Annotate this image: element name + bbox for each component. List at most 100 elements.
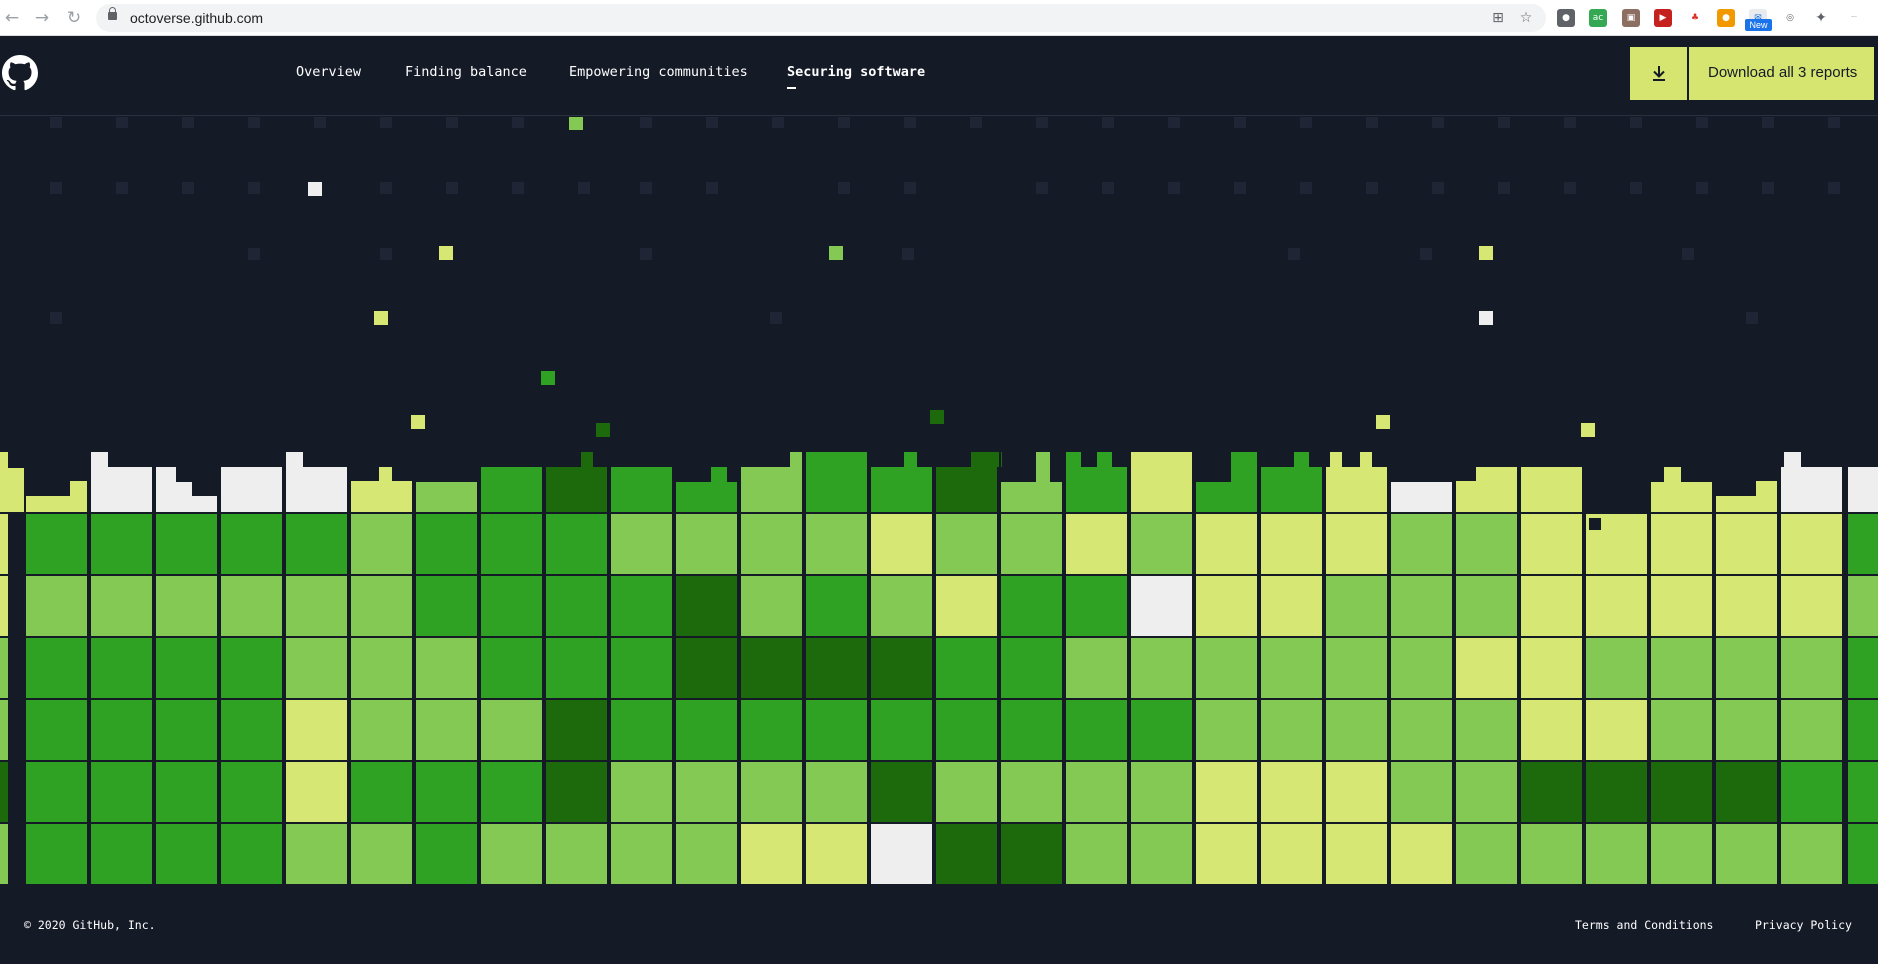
- grid-cell: [416, 700, 477, 760]
- extension-icon[interactable]: ♣: [1686, 9, 1704, 27]
- grid-cell: [1521, 700, 1582, 760]
- terms-link[interactable]: Terms and Conditions: [1575, 918, 1713, 932]
- grid-cell: [0, 700, 8, 760]
- background-dot: [1168, 117, 1180, 128]
- grid-cell: [936, 576, 997, 636]
- nav-securing-software[interactable]: Securing software: [787, 64, 925, 80]
- nav-overview[interactable]: Overview: [296, 64, 361, 80]
- download-button-label: Download all 3 reports: [1708, 64, 1858, 81]
- background-dot: [1696, 182, 1708, 194]
- skyline-block: [741, 467, 802, 512]
- grid-line: [1519, 450, 1521, 885]
- grid-cell: [871, 700, 932, 760]
- bookmark-star-icon[interactable]: ☆: [1518, 10, 1534, 26]
- grid-cell: [26, 576, 87, 636]
- copyright-text: © 2020 GitHub, Inc.: [24, 918, 156, 932]
- grid-cell: [676, 514, 737, 574]
- grid-cell: [936, 824, 997, 884]
- camera-icon[interactable]: ◎: [1781, 9, 1799, 27]
- background-dot: [706, 182, 718, 194]
- grid-line: [1649, 450, 1651, 885]
- download-icon: [1653, 66, 1665, 81]
- translate-icon[interactable]: ⊞: [1490, 10, 1506, 26]
- grid-cell: [1521, 638, 1582, 698]
- background-dot: [248, 182, 260, 194]
- grid-cell: [1066, 700, 1127, 760]
- extension-icon[interactable]: ▣: [1622, 9, 1640, 27]
- github-logo-icon[interactable]: [2, 54, 38, 92]
- download-reports-button[interactable]: Download all 3 reports: [1630, 47, 1874, 100]
- grid-cell: [1196, 514, 1257, 574]
- grid-cell: [1716, 638, 1777, 698]
- background-dot: [1682, 248, 1694, 260]
- reload-icon[interactable]: ↻: [64, 8, 84, 28]
- grid-line: [1714, 450, 1716, 885]
- background-dot: [248, 248, 260, 260]
- grid-cell: [1261, 762, 1322, 822]
- grid-cell: [1781, 700, 1842, 760]
- skyline-block: [1097, 452, 1112, 467]
- grid-line: [0, 822, 1878, 824]
- download-icon-cell[interactable]: [1630, 47, 1689, 100]
- background-dot: [578, 182, 590, 194]
- extension-icon[interactable]: ●: [1717, 9, 1735, 27]
- background-dot: [248, 117, 260, 128]
- skyline-block: [1756, 481, 1777, 496]
- skyline-block: [379, 467, 392, 483]
- grid-cell: [1326, 762, 1387, 822]
- grid-cell: [1131, 824, 1192, 884]
- skyline-block: [936, 467, 997, 512]
- skyline-block: [711, 467, 727, 482]
- grid-line: [0, 698, 1878, 700]
- grid-cell: [1781, 762, 1842, 822]
- privacy-link[interactable]: Privacy Policy: [1755, 918, 1852, 932]
- grid-cell: [1391, 824, 1452, 884]
- grid-cell: [1196, 824, 1257, 884]
- grid-cell: [0, 576, 8, 636]
- grid-cell: [1066, 638, 1127, 698]
- grid-cell: [806, 514, 867, 574]
- puzzle-icon[interactable]: ✦: [1812, 9, 1830, 27]
- profile-icon[interactable]: ···: [1845, 9, 1863, 27]
- grid-cell: [1326, 638, 1387, 698]
- background-dot: [1036, 182, 1048, 194]
- grid-cell: [0, 514, 8, 574]
- background-dot: [1630, 182, 1642, 194]
- grid-line: [154, 450, 156, 885]
- grid-cell: [1391, 576, 1452, 636]
- background-dot: [640, 117, 652, 128]
- nav-empowering-communities[interactable]: Empowering communities: [569, 64, 748, 80]
- back-icon[interactable]: ←: [2, 8, 22, 28]
- background-dot: [1762, 182, 1774, 194]
- forward-icon[interactable]: →: [32, 8, 52, 28]
- grid-cell: [1326, 514, 1387, 574]
- grid-cell: [1848, 576, 1878, 636]
- grid-line: [674, 450, 676, 885]
- skyline-block: [1651, 482, 1712, 512]
- grid-cell: [1261, 576, 1322, 636]
- nav-finding-balance[interactable]: Finding balance: [405, 64, 527, 80]
- background-dot: [970, 117, 982, 128]
- grid-cell: [1521, 514, 1582, 574]
- grid-cell: [1521, 576, 1582, 636]
- grid-cell: [1848, 638, 1878, 698]
- skyline-block: [1330, 452, 1342, 467]
- grid-line: [1259, 450, 1261, 885]
- grid-cell: [1848, 762, 1878, 822]
- background-dot: [380, 182, 392, 194]
- address-bar[interactable]: octoverse.github.com ⊞ ☆: [96, 4, 1546, 32]
- skyline-block: [611, 467, 672, 512]
- lock-icon: [108, 7, 117, 20]
- extension-icon[interactable]: ac: [1589, 9, 1607, 27]
- skyline-block: [8, 468, 24, 512]
- extension-icon[interactable]: ●: [1557, 9, 1575, 27]
- extension-icon[interactable]: ▶: [1654, 9, 1672, 27]
- grid-cell: [1066, 514, 1127, 574]
- grid-cell: [611, 576, 672, 636]
- grid-cell: [611, 638, 672, 698]
- scattered-dot: [374, 311, 388, 325]
- grid-cell: [741, 638, 802, 698]
- grid-cell: [1651, 762, 1712, 822]
- skyline-block: [1231, 452, 1257, 482]
- grid-cell: [91, 824, 152, 884]
